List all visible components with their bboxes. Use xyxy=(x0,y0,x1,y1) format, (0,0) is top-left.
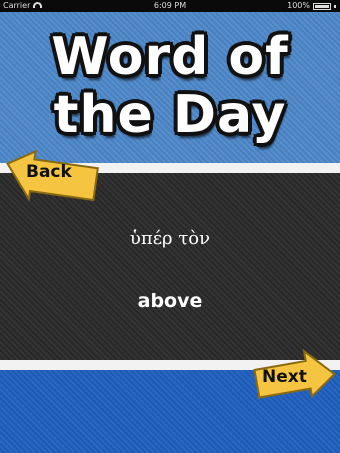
status-bar: Carrier 6:09 PM 100% xyxy=(0,0,340,12)
app-title-line2: the Day xyxy=(53,85,287,145)
greek-word: ὑπέρ τὸν xyxy=(129,228,211,249)
next-button[interactable]: Next xyxy=(252,345,338,405)
battery-indicator: 100% xyxy=(287,0,336,12)
back-button[interactable]: Back xyxy=(2,149,102,206)
app-title-line1: Word of xyxy=(51,27,289,87)
next-label: Next xyxy=(262,367,307,387)
battery-cap xyxy=(334,4,336,8)
back-label: Back xyxy=(26,162,72,182)
battery-percent: 100% xyxy=(287,1,310,10)
english-translation: above xyxy=(137,290,203,312)
battery-icon xyxy=(313,2,331,10)
